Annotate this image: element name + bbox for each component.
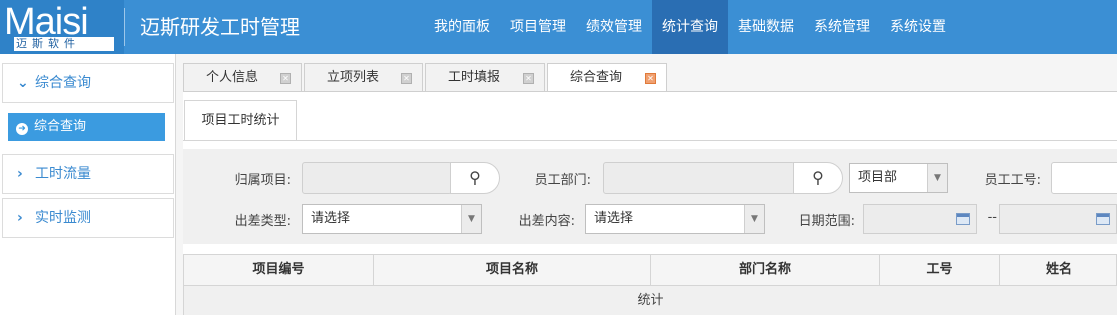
column-header-emp-no[interactable]: 工号 (880, 255, 1000, 285)
calendar-icon[interactable] (1096, 213, 1110, 225)
trip-type-label: 出差类型: (234, 214, 291, 229)
tab-hours-entry[interactable]: 工时填报 ✕ (425, 63, 545, 92)
tab-project-list[interactable]: 立项列表 ✕ (304, 63, 423, 92)
tab-bar: 个人信息 ✕ 立项列表 ✕ 工时填报 ✕ 综合查询 ✕ (183, 63, 1117, 93)
data-table: 项目编号 项目名称 部门名称 工号 姓名 统计 (183, 254, 1117, 315)
header-divider (124, 8, 125, 46)
sidebar-group-label: 综合查询 (35, 75, 91, 91)
chevron-right-icon: › (17, 166, 23, 182)
trip-content-select[interactable]: 请选择 ▼ (585, 204, 765, 234)
nav-performance[interactable]: 绩效管理 (576, 0, 652, 54)
logo-subtitle: 迈斯软件 (14, 37, 114, 51)
nav-system-settings[interactable]: 系统设置 (880, 0, 956, 54)
date-start-input[interactable] (863, 204, 977, 234)
nav-statistics[interactable]: 统计查询 (652, 0, 728, 54)
tab-project-hours-stats[interactable]: 项目工时统计 (184, 100, 297, 141)
search-icon: ⚲ (469, 168, 481, 187)
nav-base-data[interactable]: 基础数据 (728, 0, 804, 54)
column-header-dept-name[interactable]: 部门名称 (651, 255, 880, 285)
tab-comprehensive-query[interactable]: 综合查询 ✕ (547, 63, 667, 93)
project-input[interactable] (302, 162, 452, 194)
top-nav: 我的面板 项目管理 绩效管理 统计查询 基础数据 系统管理 系统设置 (424, 0, 956, 54)
date-range-separator: -- (987, 210, 997, 225)
tab-label: 综合查询 (570, 70, 623, 85)
sidebar-item-query[interactable]: ➜ 综合查询 (8, 113, 165, 141)
chevron-right-icon: › (17, 210, 23, 226)
tab-label: 工时填报 (448, 70, 501, 85)
sidebar: ⌄ 综合查询 ➜ 综合查询 › 工时流量 › 实时监测 (0, 54, 176, 315)
main-content: 项目工时统计 归属项目: ⚲ 员工部门: ⚲ 项目部 ▼ 员工工号: 出差类型:… (183, 91, 1117, 315)
emp-no-label: 员工工号: (984, 173, 1041, 188)
tab-label: 立项列表 (327, 70, 380, 85)
dept-label: 员工部门: (534, 173, 591, 188)
trip-type-value: 请选择 (311, 211, 351, 226)
arrow-circle-icon: ➜ (16, 123, 28, 135)
dept-input[interactable] (603, 162, 795, 194)
trip-content-value: 请选择 (594, 211, 634, 226)
close-icon[interactable]: ✕ (280, 73, 291, 84)
sidebar-item-label: 综合查询 (34, 119, 87, 134)
search-icon: ⚲ (812, 168, 824, 187)
app-header: Maisi 迈斯软件 迈斯研发工时管理 我的面板 项目管理 绩效管理 统计查询 … (0, 0, 1117, 54)
sidebar-group-query[interactable]: ⌄ 综合查询 (2, 63, 174, 103)
date-end-input[interactable] (999, 204, 1117, 234)
sidebar-group-realtime-monitor[interactable]: › 实时监测 (2, 198, 174, 238)
app-title: 迈斯研发工时管理 (140, 15, 300, 39)
tab-label: 个人信息 (206, 70, 259, 85)
table-header: 项目编号 项目名称 部门名称 工号 姓名 (183, 254, 1117, 286)
summary-row: 统计 (183, 286, 1117, 315)
tab-personal-info[interactable]: 个人信息 ✕ (183, 63, 302, 92)
column-header-name[interactable]: 姓名 (1000, 255, 1117, 285)
sidebar-group-label: 工时流量 (35, 166, 91, 182)
nav-dashboard[interactable]: 我的面板 (424, 0, 500, 54)
chevron-down-icon: ⌄ (17, 75, 29, 91)
filter-panel: 归属项目: ⚲ 员工部门: ⚲ 项目部 ▼ 员工工号: 出差类型: 请选择 ▼ … (183, 149, 1117, 244)
date-range-label: 日期范围: (798, 214, 855, 229)
nav-projects[interactable]: 项目管理 (500, 0, 576, 54)
close-icon[interactable]: ✕ (401, 73, 412, 84)
caret-down-icon: ▼ (744, 205, 764, 233)
trip-type-select[interactable]: 请选择 ▼ (302, 204, 482, 234)
dept-type-select[interactable]: 项目部 ▼ (849, 163, 948, 193)
nav-system-admin[interactable]: 系统管理 (804, 0, 880, 54)
logo[interactable]: Maisi 迈斯软件 (0, 0, 124, 54)
column-header-project-name[interactable]: 项目名称 (374, 255, 651, 285)
subtab-divider (183, 140, 1117, 141)
calendar-icon[interactable] (956, 213, 970, 225)
project-search-button[interactable]: ⚲ (450, 162, 500, 194)
project-label: 归属项目: (234, 173, 291, 188)
close-icon[interactable]: ✕ (645, 73, 656, 84)
caret-down-icon: ▼ (927, 164, 947, 192)
caret-down-icon: ▼ (461, 205, 481, 233)
emp-no-input[interactable] (1051, 162, 1117, 194)
sidebar-group-label: 实时监测 (35, 210, 91, 226)
dept-search-button[interactable]: ⚲ (793, 162, 843, 194)
sidebar-group-hours-flow[interactable]: › 工时流量 (2, 154, 174, 194)
column-header-project-no[interactable]: 项目编号 (184, 255, 374, 285)
trip-content-label: 出差内容: (518, 214, 575, 229)
close-icon[interactable]: ✕ (523, 73, 534, 84)
dept-type-value: 项目部 (858, 170, 898, 185)
